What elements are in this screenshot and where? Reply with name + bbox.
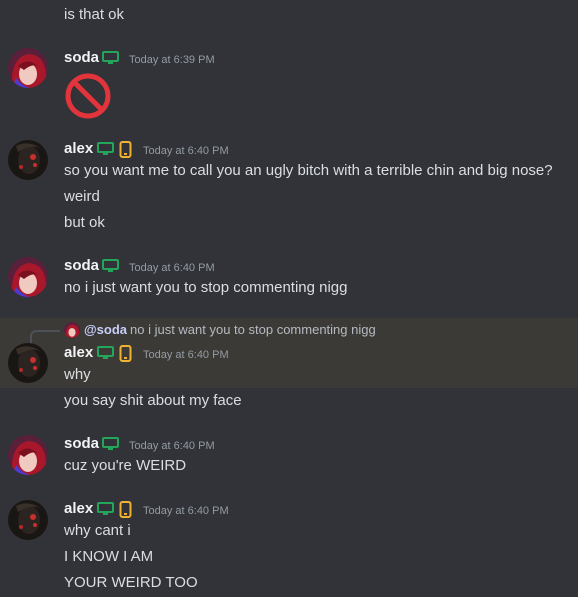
desktop-icon: [97, 346, 114, 365]
author-name[interactable]: soda: [64, 256, 99, 276]
author-name[interactable]: soda: [64, 48, 99, 68]
mobile-phone-icon: [119, 345, 132, 367]
timestamp: Today at 6:40 PM: [143, 145, 229, 157]
desktop-icon: [102, 437, 119, 456]
desktop-icon: [102, 259, 119, 278]
timestamp: Today at 6:40 PM: [129, 440, 215, 452]
message-line: I KNOW I AM: [64, 548, 154, 565]
desktop-icon: [102, 51, 119, 70]
message-line: so you want me to call you an ugly bitch…: [64, 162, 553, 179]
reply-preview[interactable]: no i just want you to stop commenting ni…: [130, 322, 376, 338]
mobile-phone-icon: [119, 501, 132, 523]
timestamp: Today at 6:40 PM: [143, 505, 229, 517]
avatar-soda[interactable]: [8, 435, 48, 475]
author-name[interactable]: alex: [64, 499, 93, 519]
timestamp: Today at 6:40 PM: [129, 262, 215, 274]
message-line: but ok: [64, 214, 105, 231]
desktop-icon: [97, 502, 114, 521]
prohibited-icon[interactable]: [64, 73, 112, 124]
avatar-soda[interactable]: [8, 48, 48, 88]
message-line: cuz you're WEIRD: [64, 457, 187, 474]
reply-avatar[interactable]: [64, 322, 80, 338]
avatar-alex[interactable]: [8, 500, 48, 540]
message-line: no i just want you to stop commenting ni…: [64, 279, 348, 296]
mobile-phone-icon: [119, 141, 132, 163]
author-name[interactable]: soda: [64, 434, 99, 454]
avatar-alex[interactable]: [8, 140, 48, 180]
message-line: is that ok: [64, 6, 125, 23]
desktop-icon: [97, 142, 114, 161]
message-line: YOUR WEIRD TOO: [64, 574, 198, 591]
timestamp: Today at 6:40 PM: [143, 349, 229, 361]
reply-connector: [30, 330, 60, 344]
reply-author[interactable]: @soda: [84, 322, 127, 338]
message-line: you say shit about my face: [64, 392, 242, 409]
avatar-soda[interactable]: [8, 257, 48, 297]
avatar-alex[interactable]: [8, 343, 48, 383]
message-line: why: [64, 366, 91, 383]
message-line: weird: [64, 188, 100, 205]
timestamp: Today at 6:39 PM: [129, 54, 215, 66]
author-name[interactable]: alex: [64, 139, 93, 159]
author-name[interactable]: alex: [64, 343, 93, 363]
message-line: why cant i: [64, 522, 131, 539]
